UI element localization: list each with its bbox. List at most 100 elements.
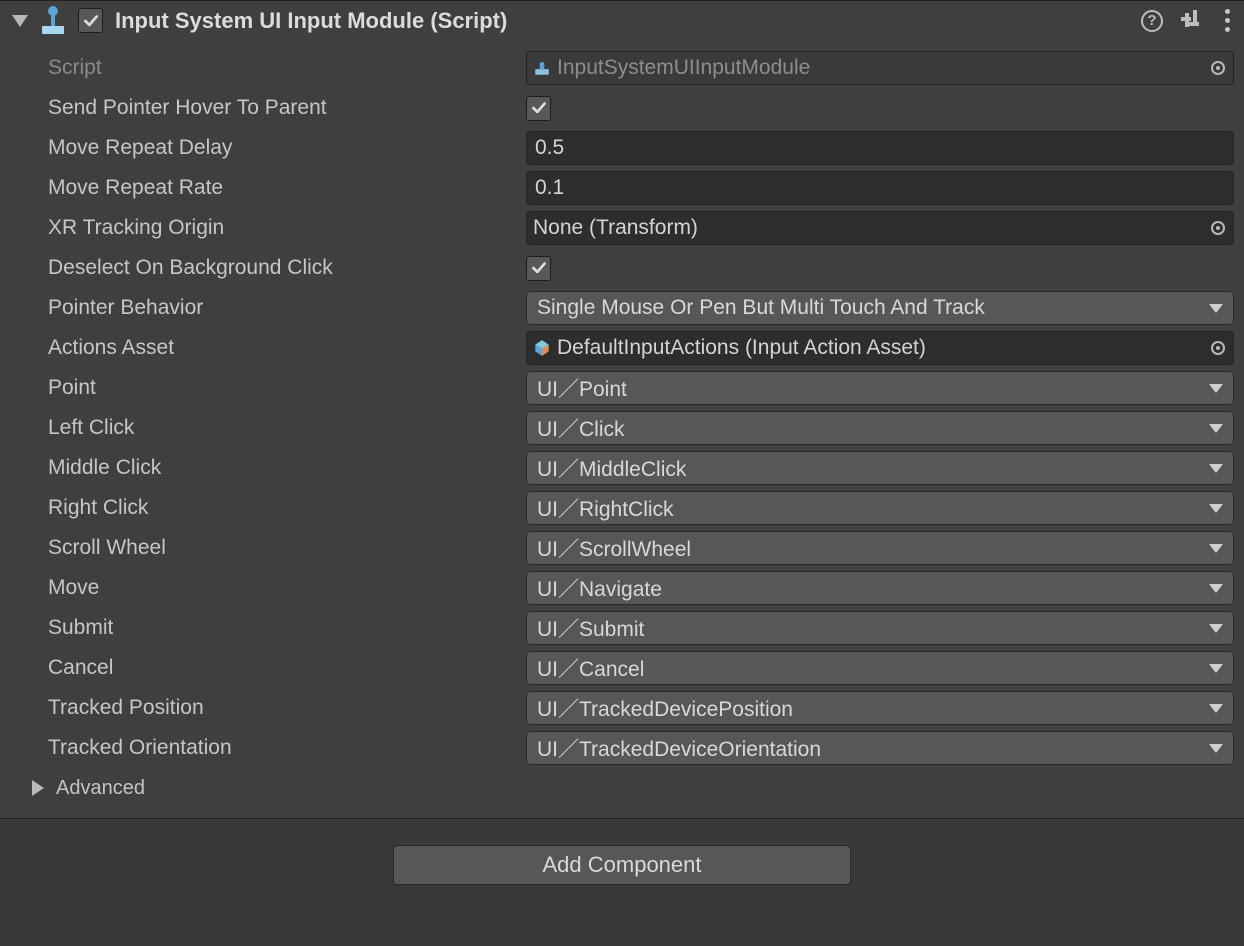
right-click-value: UI／RightClick [537,493,674,523]
row-left-click: Left Click UI／Click [8,408,1236,448]
move-value: UI／Navigate [537,573,662,603]
context-menu-icon[interactable] [1221,7,1234,34]
component-body: Script InputSystemUIInputModule Send Poi… [0,42,1244,818]
component-header[interactable]: Input System UI Input Module (Script) ? [0,1,1244,42]
point-dropdown[interactable]: UI／Point [526,371,1234,405]
deselect-on-bg-click-checkbox[interactable] [526,256,551,281]
chevron-down-icon [1209,584,1223,593]
move-dropdown[interactable]: UI／Navigate [526,571,1234,605]
add-component-area: Add Component [0,819,1244,927]
row-middle-click: Middle Click UI／MiddleClick [8,448,1236,488]
cancel-dropdown[interactable]: UI／Cancel [526,651,1234,685]
label-pointer-behavior: Pointer Behavior [8,296,526,320]
script-field: InputSystemUIInputModule [526,51,1234,85]
chevron-down-icon [1209,384,1223,393]
label-xr-tracking-origin: XR Tracking Origin [8,216,526,240]
chevron-down-icon [1209,744,1223,753]
add-component-button[interactable]: Add Component [393,845,851,885]
actions-asset-value: DefaultInputActions (Input Action Asset) [557,336,926,360]
label-submit: Submit [8,616,526,640]
tracked-orientation-dropdown[interactable]: UI／TrackedDeviceOrientation [526,731,1234,765]
move-repeat-delay-input[interactable] [526,131,1234,165]
left-click-value: UI／Click [537,413,625,443]
asset-icon [533,339,551,357]
submit-dropdown[interactable]: UI／Submit [526,611,1234,645]
row-actions-asset: Actions Asset DefaultInputActions (Input… [8,328,1236,368]
label-move: Move [8,576,526,600]
label-middle-click: Middle Click [8,456,526,480]
chevron-down-icon [1209,664,1223,673]
chevron-down-icon [1209,544,1223,553]
left-click-dropdown[interactable]: UI／Click [526,411,1234,445]
object-picker-icon [1207,57,1229,79]
row-right-click: Right Click UI／RightClick [8,488,1236,528]
chevron-down-icon [1209,504,1223,513]
chevron-down-icon [1209,704,1223,713]
point-value: UI／Point [537,373,627,403]
label-right-click: Right Click [8,496,526,520]
row-xr-tracking-origin: XR Tracking Origin None (Transform) [8,208,1236,248]
component-icon [40,8,66,34]
label-left-click: Left Click [8,416,526,440]
scroll-wheel-value: UI／ScrollWheel [537,533,691,563]
row-cancel: Cancel UI／Cancel [8,648,1236,688]
move-repeat-rate-input[interactable] [526,171,1234,205]
label-tracked-orientation: Tracked Orientation [8,736,526,760]
chevron-down-icon [1209,424,1223,433]
tracked-position-value: UI／TrackedDevicePosition [537,693,793,723]
row-scroll-wheel: Scroll Wheel UI／ScrollWheel [8,528,1236,568]
label-advanced: Advanced [56,777,145,800]
scroll-wheel-dropdown[interactable]: UI／ScrollWheel [526,531,1234,565]
pointer-behavior-dropdown[interactable]: Single Mouse Or Pen But Multi Touch And … [526,291,1234,325]
row-advanced[interactable]: Advanced [8,768,1236,808]
tracked-orientation-value: UI／TrackedDeviceOrientation [537,733,821,763]
label-script: Script [8,56,526,80]
chevron-down-icon [1209,624,1223,633]
label-deselect-on-bg-click: Deselect On Background Click [8,256,526,280]
chevron-down-icon [1209,464,1223,473]
xr-tracking-origin-field[interactable]: None (Transform) [526,211,1234,245]
label-actions-asset: Actions Asset [8,336,526,360]
row-tracked-position: Tracked Position UI／TrackedDevicePositio… [8,688,1236,728]
help-icon[interactable]: ? [1141,10,1163,32]
row-deselect-on-bg-click: Deselect On Background Click [8,248,1236,288]
row-point: Point UI／Point [8,368,1236,408]
chevron-down-icon [1209,304,1223,313]
middle-click-dropdown[interactable]: UI／MiddleClick [526,451,1234,485]
row-move-repeat-delay: Move Repeat Delay [8,128,1236,168]
label-scroll-wheel: Scroll Wheel [8,536,526,560]
actions-asset-field[interactable]: DefaultInputActions (Input Action Asset) [526,331,1234,365]
row-submit: Submit UI／Submit [8,608,1236,648]
label-send-pointer-hover: Send Pointer Hover To Parent [8,96,526,120]
row-send-pointer-hover: Send Pointer Hover To Parent [8,88,1236,128]
script-value: InputSystemUIInputModule [557,56,810,80]
object-picker-icon[interactable] [1207,337,1229,359]
middle-click-value: UI／MiddleClick [537,453,686,483]
send-pointer-hover-checkbox[interactable] [526,96,551,121]
foldout-right-icon [32,780,44,796]
label-move-repeat-delay: Move Repeat Delay [8,136,526,160]
row-script: Script InputSystemUIInputModule [8,48,1236,88]
component-title: Input System UI Input Module (Script) [115,8,507,34]
row-pointer-behavior: Pointer Behavior Single Mouse Or Pen But… [8,288,1236,328]
component-panel: Input System UI Input Module (Script) ? … [0,0,1244,819]
header-actions: ? [1141,7,1234,34]
label-move-repeat-rate: Move Repeat Rate [8,176,526,200]
xr-tracking-origin-value: None (Transform) [533,216,698,240]
label-point: Point [8,376,526,400]
foldout-toggle-icon[interactable] [12,15,28,27]
cancel-value: UI／Cancel [537,653,644,683]
label-tracked-position: Tracked Position [8,696,526,720]
label-cancel: Cancel [8,656,526,680]
component-enabled-checkbox[interactable] [78,8,103,33]
script-icon [533,59,551,77]
row-move: Move UI／Navigate [8,568,1236,608]
right-click-dropdown[interactable]: UI／RightClick [526,491,1234,525]
submit-value: UI／Submit [537,613,644,643]
tracked-position-dropdown[interactable]: UI／TrackedDevicePosition [526,691,1234,725]
pointer-behavior-value: Single Mouse Or Pen But Multi Touch And … [537,296,985,320]
presets-icon[interactable] [1181,10,1203,32]
row-tracked-orientation: Tracked Orientation UI／TrackedDeviceOrie… [8,728,1236,768]
object-picker-icon[interactable] [1207,217,1229,239]
row-move-repeat-rate: Move Repeat Rate [8,168,1236,208]
